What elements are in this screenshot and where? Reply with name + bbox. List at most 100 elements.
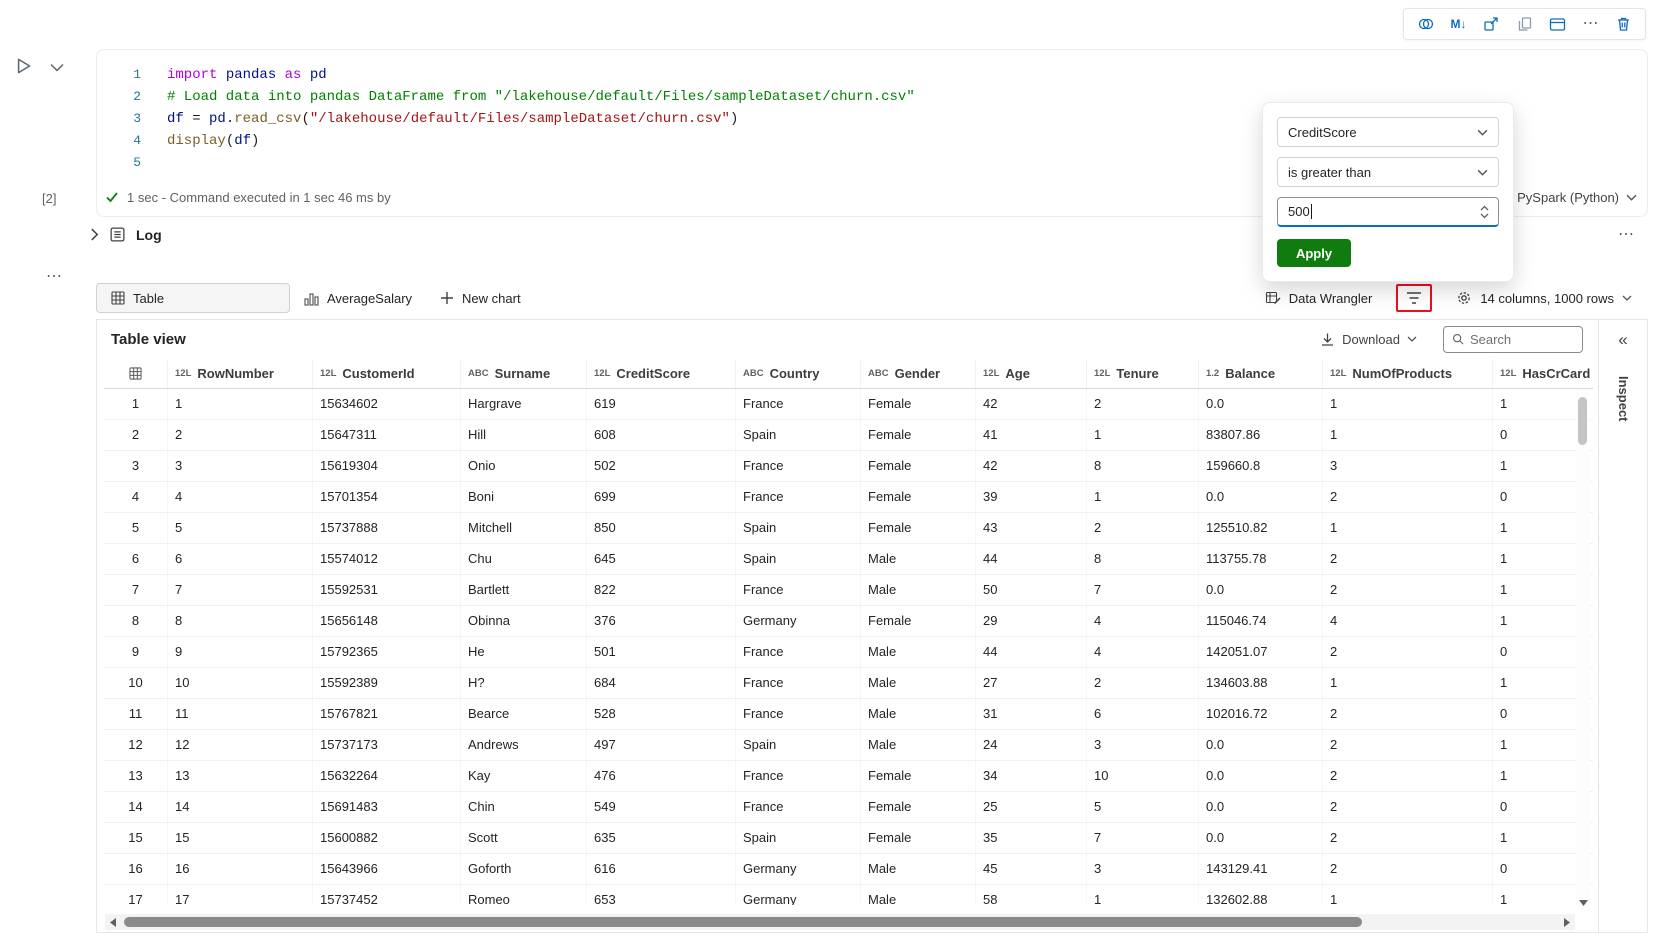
table-cell: Male <box>861 544 976 574</box>
table-cell: 4 <box>168 482 313 512</box>
download-button[interactable]: Download <box>1320 332 1417 347</box>
column-type-icon: 12L <box>1094 368 1111 379</box>
table-cell: 619 <box>587 389 736 419</box>
table-cell: 15600882 <box>313 823 461 853</box>
delete-cell-button[interactable] <box>1608 11 1639 37</box>
table-cell: 0.0 <box>1199 792 1323 822</box>
column-header-Gender[interactable]: ABC Gender <box>861 359 976 388</box>
filter-button[interactable] <box>1396 284 1433 312</box>
log-section[interactable]: Log <box>90 226 162 243</box>
table-row[interactable]: 7 7 15592531 Bartlett 822 France Male 50 7 0.0 2 1 <box>104 575 1593 606</box>
table-row[interactable]: 11 11 15767821 Bearce 528 France Male 31 6 102016… <box>104 699 1593 730</box>
table-cell: 1 <box>1323 513 1493 543</box>
columns-rows-button[interactable]: 14 columns, 1000 rows <box>1442 283 1646 313</box>
table-row[interactable]: 10 10 15592389 H? 684 France Male 27 2 134603.88 1… <box>104 668 1593 699</box>
table-cell: Female <box>861 451 976 481</box>
column-header-NumOfProducts[interactable]: 12L NumOfProducts <box>1323 359 1493 388</box>
data-wrangler-label: Data Wrangler <box>1288 290 1373 306</box>
table-cell: 9 <box>168 637 313 667</box>
table-cell: 502 <box>587 451 736 481</box>
column-header-CustomerId[interactable]: 12L CustomerId <box>313 359 461 388</box>
collapse-cell-button[interactable] <box>50 60 64 75</box>
copy-cell-button[interactable] <box>1509 11 1540 37</box>
table-cell: 2 <box>1323 544 1493 574</box>
markdown-convert-button[interactable]: M↓ <box>1443 11 1474 37</box>
inspect-label[interactable]: Inspect <box>1616 376 1631 422</box>
table-cell: Obinna <box>461 606 587 636</box>
download-label: Download <box>1342 331 1400 347</box>
move-cell-button[interactable] <box>1476 11 1507 37</box>
table-row[interactable]: 9 9 15792365 He 501 France Male 44 4 142051.07 2 0 <box>104 637 1593 668</box>
table-row[interactable]: 12 12 15737173 Andrews 497 Spain Male 24 3 0.0 2 1 <box>104 730 1593 761</box>
table-row[interactable]: 16 16 15643966 Goforth 616 Germany Male 45 3 1431… <box>104 854 1593 885</box>
column-header-RowNumber[interactable]: 12L RowNumber <box>168 359 313 388</box>
column-header-CreditScore[interactable]: 12L CreditScore <box>587 359 736 388</box>
search-input[interactable] <box>1469 331 1574 347</box>
table-view-panel: Table view Download 12L RowNumber 12L Custo… <box>96 319 1648 933</box>
table-row[interactable]: 8 8 15656148 Obinna 376 Germany Female 29 4 11504… <box>104 606 1593 637</box>
table-row[interactable]: 6 6 15574012 Chu 645 Spain Male 44 8 113755.78 2 1 <box>104 544 1593 575</box>
column-header-Surname[interactable]: ABC Surname <box>461 359 587 388</box>
kernel-label: PySpark (Python) <box>1517 189 1619 205</box>
table-row[interactable]: 5 5 15737888 Mitchell 850 Spain Female 43 2 12551… <box>104 513 1593 544</box>
scroll-down-arrow-icon[interactable] <box>1579 900 1588 907</box>
column-header-index[interactable] <box>104 359 168 388</box>
table-cell: Bartlett <box>461 575 587 605</box>
tab-averagesalary-label: AverageSalary <box>327 290 413 306</box>
horizontal-scrollbar[interactable] <box>105 914 1575 930</box>
new-chart-button[interactable]: New chart <box>426 283 535 313</box>
tab-table[interactable]: Table <box>96 283 290 313</box>
run-cell-button[interactable] <box>10 54 36 80</box>
table-row[interactable]: 14 14 15691483 Chin 549 France Female 25 5 0.0 2 0 <box>104 792 1593 823</box>
scroll-left-arrow-icon[interactable] <box>109 917 116 927</box>
more-options-button[interactable]: ⋯ <box>1575 11 1606 37</box>
cell-toolbar: M↓ ⋯ <box>1403 8 1646 40</box>
kernel-selector[interactable]: PySpark (Python) <box>1517 190 1637 205</box>
column-label: Age <box>1005 366 1030 381</box>
filter-operator-select[interactable]: is greater than <box>1277 157 1499 187</box>
column-header-Country[interactable]: ABC Country <box>736 359 861 388</box>
number-spinner[interactable] <box>1474 200 1494 224</box>
chevron-down-icon <box>50 63 64 72</box>
horizontal-scrollbar-thumb[interactable] <box>124 917 1363 927</box>
data-wrangler-icon <box>1265 291 1281 305</box>
search-box[interactable] <box>1443 325 1583 353</box>
table-cell: 1 <box>1087 885 1199 905</box>
filter-field-select[interactable]: CreditScore <box>1277 117 1499 147</box>
copilot-button[interactable] <box>1410 11 1441 37</box>
table-row[interactable]: 4 4 15701354 Boni 699 France Female 39 1 0.0 2 0 <box>104 482 1593 513</box>
open-panel-button[interactable] <box>1542 11 1573 37</box>
column-header-Tenure[interactable]: 12L Tenure <box>1087 359 1199 388</box>
table-row[interactable]: 3 3 15619304 Onio 502 France Female 42 8 159660.8… <box>104 451 1593 482</box>
expand-panel-button[interactable]: « <box>1611 330 1635 354</box>
data-wrangler-button[interactable]: Data Wrangler <box>1251 283 1387 313</box>
bar-chart-icon <box>304 292 319 306</box>
column-header-Age[interactable]: 12L Age <box>976 359 1087 388</box>
column-header-Balance[interactable]: 1.2 Balance <box>1199 359 1323 388</box>
column-label: NumOfProducts <box>1352 366 1453 381</box>
line-number: 2 <box>133 89 141 104</box>
table-cell: 1 <box>104 389 168 419</box>
column-header-HasCrCard[interactable]: 12L HasCrCard <box>1493 359 1593 388</box>
vertical-scrollbar-thumb[interactable] <box>1578 397 1587 445</box>
table-row[interactable]: 2 2 15647311 Hill 608 Spain Female 41 1 83807.86 1… <box>104 420 1593 451</box>
scroll-right-arrow-icon[interactable] <box>1564 917 1571 927</box>
tab-averagesalary[interactable]: AverageSalary <box>290 283 426 313</box>
log-more-button[interactable]: ⋯ <box>1618 224 1634 244</box>
table-row[interactable]: 15 15 15600882 Scott 635 Spain Female 35 7 0.0 2 1 <box>104 823 1593 854</box>
vertical-scrollbar[interactable] <box>1576 389 1590 909</box>
apply-button[interactable]: Apply <box>1277 239 1351 267</box>
panel-icon <box>1549 17 1566 31</box>
table-row[interactable]: 1 1 15634602 Hargrave 619 France Female 42 2 0.0 1… <box>104 389 1593 420</box>
table-cell: 15643966 <box>313 854 461 884</box>
filter-value-input[interactable]: 500 <box>1277 197 1499 227</box>
table-row[interactable]: 17 17 15737452 Romeo 653 Germany Male 58 1 132602… <box>104 885 1593 905</box>
table-cell: 1 <box>1323 668 1493 698</box>
table-cell: Spain <box>736 513 861 543</box>
gear-icon <box>1458 292 1471 304</box>
cell-more-button[interactable]: ⋯ <box>46 266 63 286</box>
table-cell: 15 <box>168 823 313 853</box>
code-line[interactable]: 1 import pandas as pd <box>107 64 1647 86</box>
table-row[interactable]: 13 13 15632264 Kay 476 France Female 34 10 0.0 2 1 <box>104 761 1593 792</box>
table-cell: 476 <box>587 761 736 791</box>
